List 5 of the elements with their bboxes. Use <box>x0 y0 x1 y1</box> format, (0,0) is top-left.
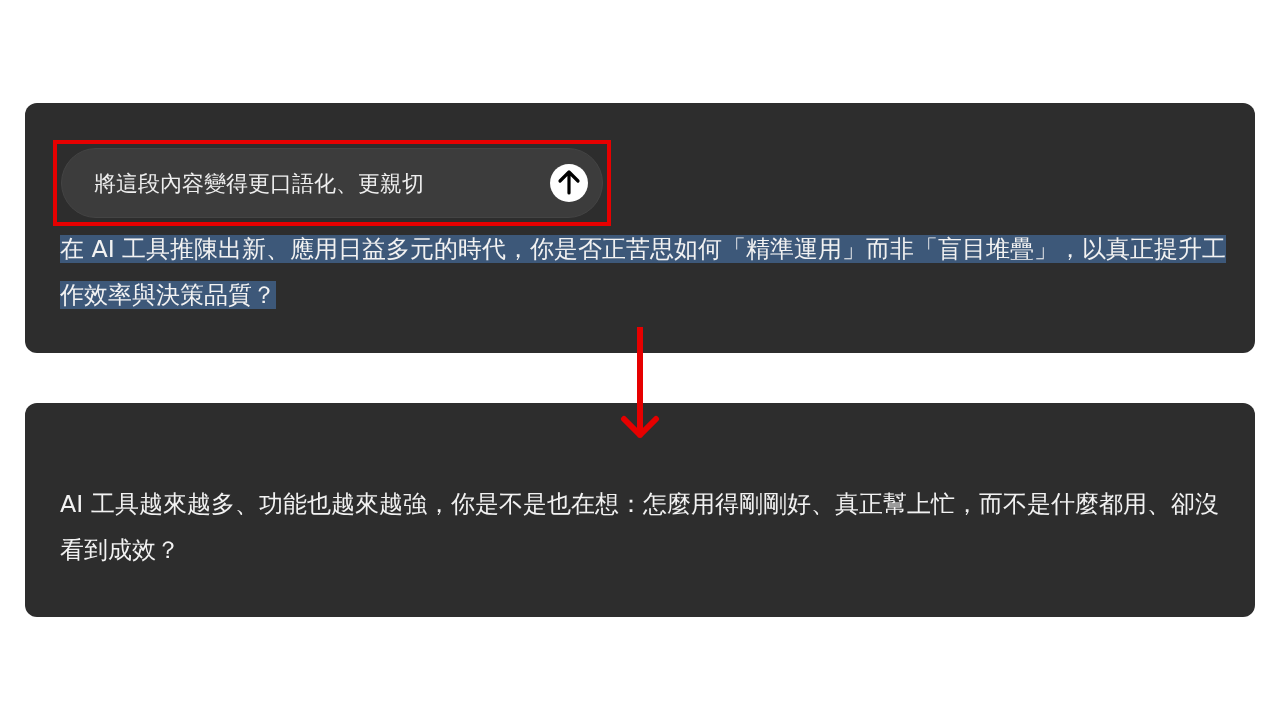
paragraph: 在 AI 工具推陳出新、應用日益多元的時代，你是否正苦思如何「精準運用」而非「盲目堆疊」，以真正提升工作效率與決策品質？ <box>60 234 1228 311</box>
prompt-field[interactable]: 將這段內容變得更口語化、更親切 <box>61 148 603 218</box>
paragraph: AI 工具越來越多、功能也越來越強，你是不是也在想：怎麼用得剛剛好、真正幫上忙，而不是什麼都用、卻沒看到成效？ <box>60 489 1220 566</box>
send-icon[interactable] <box>550 164 588 202</box>
arrow-icon <box>620 327 660 441</box>
